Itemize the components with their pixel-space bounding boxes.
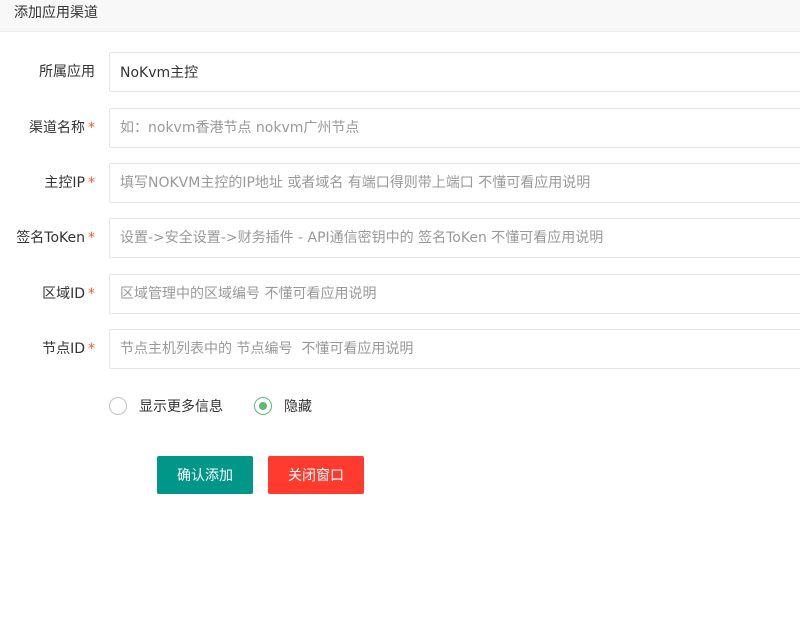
region-id-input[interactable] <box>109 274 800 314</box>
master-ip-input[interactable] <box>109 163 800 203</box>
required-marker: * <box>88 120 95 136</box>
node-id-input[interactable] <box>109 329 800 369</box>
form-row-sign-token: 签名ToKen * <box>0 218 800 258</box>
sign-token-input[interactable] <box>109 218 800 258</box>
field-label-master-ip: 主控IP * <box>44 175 95 191</box>
radio-hide[interactable]: 隐藏 <box>254 393 312 419</box>
required-marker: * <box>88 286 95 302</box>
form-row-channel-name: 渠道名称 * <box>0 108 800 148</box>
app-input[interactable] <box>109 52 800 92</box>
field-label-channel-name: 渠道名称 * <box>29 120 95 136</box>
radio-checked-icon <box>254 397 272 415</box>
radio-label: 显示更多信息 <box>139 399 223 415</box>
form-row-node-id: 节点ID * <box>0 329 800 369</box>
field-label-region-id: 区域ID * <box>42 286 95 302</box>
form-row-master-ip: 主控IP * <box>0 163 800 203</box>
field-label-node-id: 节点ID * <box>42 341 95 357</box>
window-title-bar: 添加应用渠道 <box>0 0 800 32</box>
radio-show-more-info[interactable]: 显示更多信息 <box>109 393 223 419</box>
close-window-button[interactable]: 关闭窗口 <box>268 456 364 494</box>
required-marker: * <box>88 230 95 246</box>
radio-unchecked-icon <box>109 397 127 415</box>
field-label-app: 所属应用 <box>39 64 95 80</box>
required-marker: * <box>88 175 95 191</box>
radio-label: 隐藏 <box>284 399 312 415</box>
form-row-region-id: 区域ID * <box>0 274 800 314</box>
form-row-app: 所属应用 <box>0 52 800 92</box>
channel-name-input[interactable] <box>109 108 800 148</box>
window-title: 添加应用渠道 <box>14 5 98 21</box>
confirm-add-button[interactable]: 确认添加 <box>157 456 253 494</box>
required-marker: * <box>88 341 95 357</box>
field-label-sign-token: 签名ToKen * <box>16 230 95 246</box>
